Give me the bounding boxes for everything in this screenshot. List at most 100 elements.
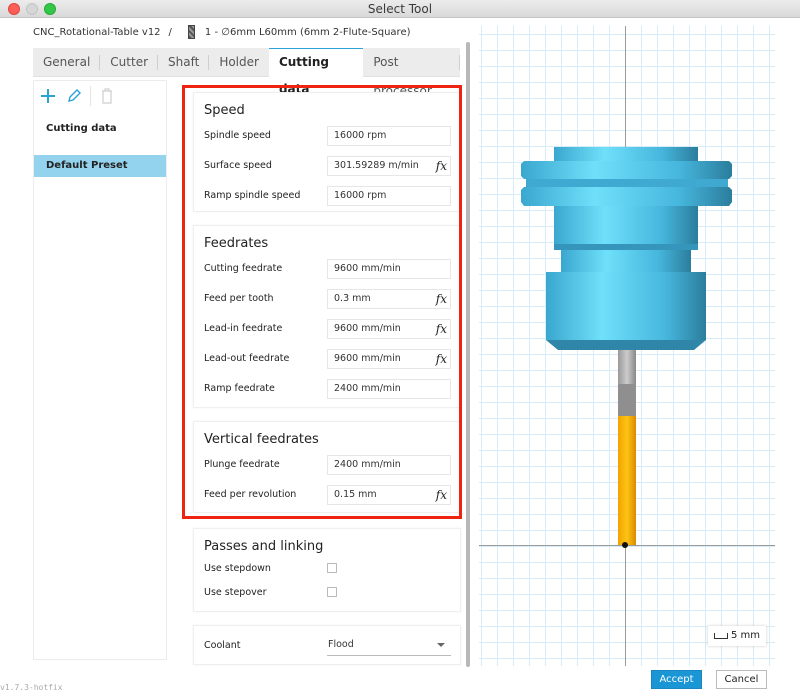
preset-group-cutting-data: Cutting data <box>46 123 117 134</box>
feed-per-revolution-value: 0.15 mm <box>334 489 377 500</box>
breadcrumb-separator: / <box>168 26 172 38</box>
fx-icon[interactable]: fx <box>436 157 447 175</box>
title-bar: Select Tool <box>0 0 800 18</box>
label-use-stepdown: Use stepdown <box>204 563 271 574</box>
feed-per-tooth-input[interactable]: 0.3 mm fx <box>327 289 451 309</box>
row-spindle-speed: Spindle speed 16000 rpm <box>194 122 460 152</box>
accept-button[interactable]: Accept <box>651 670 702 689</box>
label-ramp-spindle-speed: Ramp spindle speed <box>204 190 301 201</box>
ramp-feedrate-input[interactable]: 2400 mm/min <box>327 379 451 399</box>
row-ramp-feedrate: Ramp feedrate 2400 mm/min <box>194 375 460 405</box>
row-lead-out-feedrate: Lead-out feedrate 9600 mm/min fx <box>194 345 460 375</box>
lead-out-feedrate-value: 9600 mm/min <box>334 353 401 364</box>
coolant-value: Flood <box>328 639 354 650</box>
tab-general[interactable]: General <box>33 48 101 77</box>
lead-in-feedrate-value: 9600 mm/min <box>334 323 401 334</box>
row-lead-in-feedrate: Lead-in feedrate 9600 mm/min fx <box>194 315 460 345</box>
label-feed-per-revolution: Feed per revolution <box>204 489 297 500</box>
surface-speed-input[interactable]: 301.59289 m/min fx <box>327 156 451 176</box>
fx-icon[interactable]: fx <box>436 486 447 504</box>
feed-per-tooth-value: 0.3 mm <box>334 293 371 304</box>
label-cutting-feedrate: Cutting feedrate <box>204 263 283 274</box>
feed-per-revolution-input[interactable]: 0.15 mm fx <box>327 485 451 505</box>
label-use-stepover: Use stepover <box>204 587 267 598</box>
tab-cutting-data[interactable]: Cutting data <box>268 48 364 96</box>
cutting-feedrate-input[interactable]: 9600 mm/min <box>327 259 451 279</box>
toolbar-divider <box>90 85 91 106</box>
use-stepdown-checkbox[interactable] <box>327 563 337 573</box>
row-feed-per-revolution: Feed per revolution 0.15 mm fx <box>194 481 460 511</box>
section-coolant: Coolant Flood <box>193 625 461 665</box>
section-speed-title: Speed <box>204 103 245 118</box>
fx-icon[interactable]: fx <box>436 320 447 338</box>
section-passes-and-linking: Passes and linking Use stepdown Use step… <box>193 528 461 612</box>
ramp-feedrate-value: 2400 mm/min <box>334 383 401 394</box>
tab-post-processor[interactable]: Post processor <box>363 48 460 98</box>
breadcrumb-document[interactable]: CNC_Rotational-Table v12 <box>33 27 161 38</box>
form-scrollbar[interactable] <box>466 42 470 667</box>
label-feed-per-tooth: Feed per tooth <box>204 293 274 304</box>
row-ramp-spindle-speed: Ramp spindle speed 16000 rpm <box>194 182 460 212</box>
label-surface-speed: Surface speed <box>204 160 272 171</box>
version-label: v1.7.3-hotfix <box>0 683 63 692</box>
tab-holder[interactable]: Holder <box>209 48 269 77</box>
plunge-feedrate-value: 2400 mm/min <box>334 459 401 470</box>
scale-indicator: 5 mm <box>708 626 766 646</box>
origin-point <box>622 542 628 548</box>
pencil-icon[interactable] <box>64 86 84 106</box>
section-feedrates: Feedrates Cutting feedrate 9600 mm/min F… <box>193 225 461 408</box>
label-plunge-feedrate: Plunge feedrate <box>204 459 280 470</box>
endmill-icon <box>187 25 195 39</box>
chevron-down-icon <box>437 643 445 647</box>
ramp-spindle-speed-value: 16000 rpm <box>334 190 387 201</box>
section-feedrates-title: Feedrates <box>204 236 269 251</box>
tab-bar: General Cutter Shaft Holder Cutting data… <box>33 48 460 98</box>
cutting-feedrate-value: 9600 mm/min <box>334 263 401 274</box>
breadcrumb: CNC_Rotational-Table v12 / 1 - ∅6mm L60m… <box>33 24 411 40</box>
fx-icon[interactable]: fx <box>436 290 447 308</box>
row-surface-speed: Surface speed 301.59289 m/min fx <box>194 152 460 182</box>
row-use-stepover: Use stepover <box>194 582 460 606</box>
breadcrumb-tool: 1 - ∅6mm L60mm (6mm 2-Flute-Square) <box>204 26 411 38</box>
row-use-stepdown: Use stepdown <box>194 558 460 582</box>
lead-in-feedrate-input[interactable]: 9600 mm/min fx <box>327 319 451 339</box>
tab-shaft[interactable]: Shaft <box>158 48 210 77</box>
preset-panel: Cutting data Default Preset <box>33 80 167 660</box>
label-spindle-speed: Spindle speed <box>204 130 271 141</box>
label-coolant: Coolant <box>204 640 241 651</box>
plunge-feedrate-input[interactable]: 2400 mm/min <box>327 455 451 475</box>
tab-cutter[interactable]: Cutter <box>100 48 158 77</box>
spindle-speed-value: 16000 rpm <box>334 130 387 141</box>
section-passes-title: Passes and linking <box>204 539 324 554</box>
section-vertical-feedrates: Vertical feedrates Plunge feedrate 2400 … <box>193 421 461 513</box>
plus-icon[interactable] <box>38 86 58 106</box>
cutter-flutes <box>618 416 636 545</box>
label-lead-out-feedrate: Lead-out feedrate <box>204 353 290 364</box>
shaft-upper <box>618 350 636 384</box>
section-vertical-feedrates-title: Vertical feedrates <box>204 432 319 447</box>
coolant-select[interactable]: Flood <box>327 636 451 656</box>
scale-label: 5 mm <box>730 630 760 641</box>
fx-icon[interactable]: fx <box>436 350 447 368</box>
preset-default[interactable]: Default Preset <box>34 155 166 177</box>
label-lead-in-feedrate: Lead-in feedrate <box>204 323 283 334</box>
tool-model <box>521 147 732 545</box>
holder-body <box>521 147 732 350</box>
cancel-button[interactable]: Cancel <box>716 670 767 689</box>
preset-toolbar <box>34 81 166 110</box>
ramp-spindle-speed-input[interactable]: 16000 rpm <box>327 186 451 206</box>
shaft-lower <box>618 384 636 416</box>
label-ramp-feedrate: Ramp feedrate <box>204 383 275 394</box>
use-stepover-checkbox[interactable] <box>327 587 337 597</box>
tool-preview-viewport[interactable] <box>479 26 775 666</box>
window-title: Select Tool <box>367 2 433 16</box>
row-feed-per-tooth: Feed per tooth 0.3 mm fx <box>194 285 460 315</box>
surface-speed-value: 301.59289 m/min <box>334 160 419 171</box>
row-plunge-feedrate: Plunge feedrate 2400 mm/min <box>194 451 460 481</box>
lead-out-feedrate-input[interactable]: 9600 mm/min fx <box>327 349 451 369</box>
row-cutting-feedrate: Cutting feedrate 9600 mm/min <box>194 255 460 285</box>
trash-icon[interactable] <box>97 86 117 106</box>
section-speed: Speed Spindle speed 16000 rpm Surface sp… <box>193 92 461 212</box>
spindle-speed-input[interactable]: 16000 rpm <box>327 126 451 146</box>
scale-bar-icon <box>714 633 728 639</box>
